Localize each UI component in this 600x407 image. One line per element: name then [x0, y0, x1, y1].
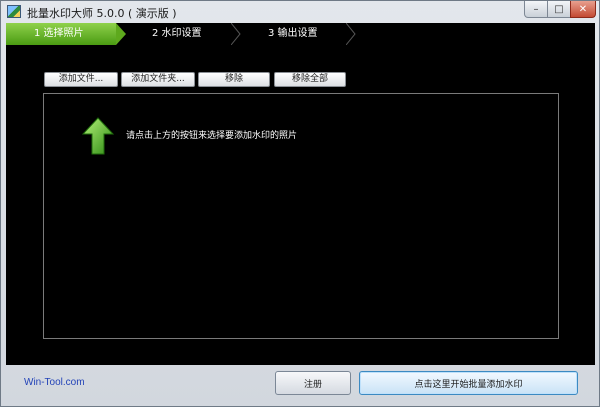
step-separator [231, 23, 241, 45]
remove-all-button[interactable]: 移除全部 [274, 72, 346, 87]
close-button[interactable]: ✕ [570, 1, 596, 18]
step-watermark-settings[interactable]: 2 水印设置 [152, 23, 202, 45]
start-watermark-button[interactable]: 点击这里开始批量添加水印 [359, 371, 578, 395]
footer-bar: Win-Tool.com 注册 点击这里开始批量添加水印 [6, 365, 595, 403]
step-output-settings[interactable]: 3 输出设置 [268, 23, 318, 45]
minimize-button[interactable]: – [524, 1, 548, 18]
maximize-button[interactable]: □ [547, 1, 571, 18]
add-file-button[interactable]: 添加文件... [44, 72, 118, 87]
step-separator [346, 23, 356, 45]
remove-button[interactable]: 移除 [198, 72, 270, 87]
website-link[interactable]: Win-Tool.com [24, 377, 85, 388]
window-title: 批量水印大师 5.0.0 ( 演示版 ) [27, 7, 177, 20]
active-step-arrow [116, 23, 126, 45]
add-folder-button[interactable]: 添加文件夹... [121, 72, 195, 87]
step-select-photos[interactable]: 1 选择照片 [34, 23, 84, 45]
app-window: 批量水印大师 5.0.0 ( 演示版 ) – □ ✕ 1 选择照片 2 水印设置… [0, 0, 600, 407]
app-logo-icon [7, 5, 21, 18]
photo-list-area[interactable]: 请点击上方的按钮来选择要添加水印的照片 [43, 93, 559, 339]
empty-list-hint: 请点击上方的按钮来选择要添加水印的照片 [126, 131, 298, 141]
wizard-steps: 1 选择照片 2 水印设置 3 输出设置 [6, 23, 595, 45]
main-panel: 添加文件... 添加文件夹... 移除 移除全部 请点击上方的按钮来选择要添加水… [6, 45, 595, 365]
register-button[interactable]: 注册 [275, 371, 351, 395]
green-up-arrow-icon [82, 117, 114, 155]
title-bar: 批量水印大师 5.0.0 ( 演示版 ) – □ ✕ [1, 1, 599, 23]
